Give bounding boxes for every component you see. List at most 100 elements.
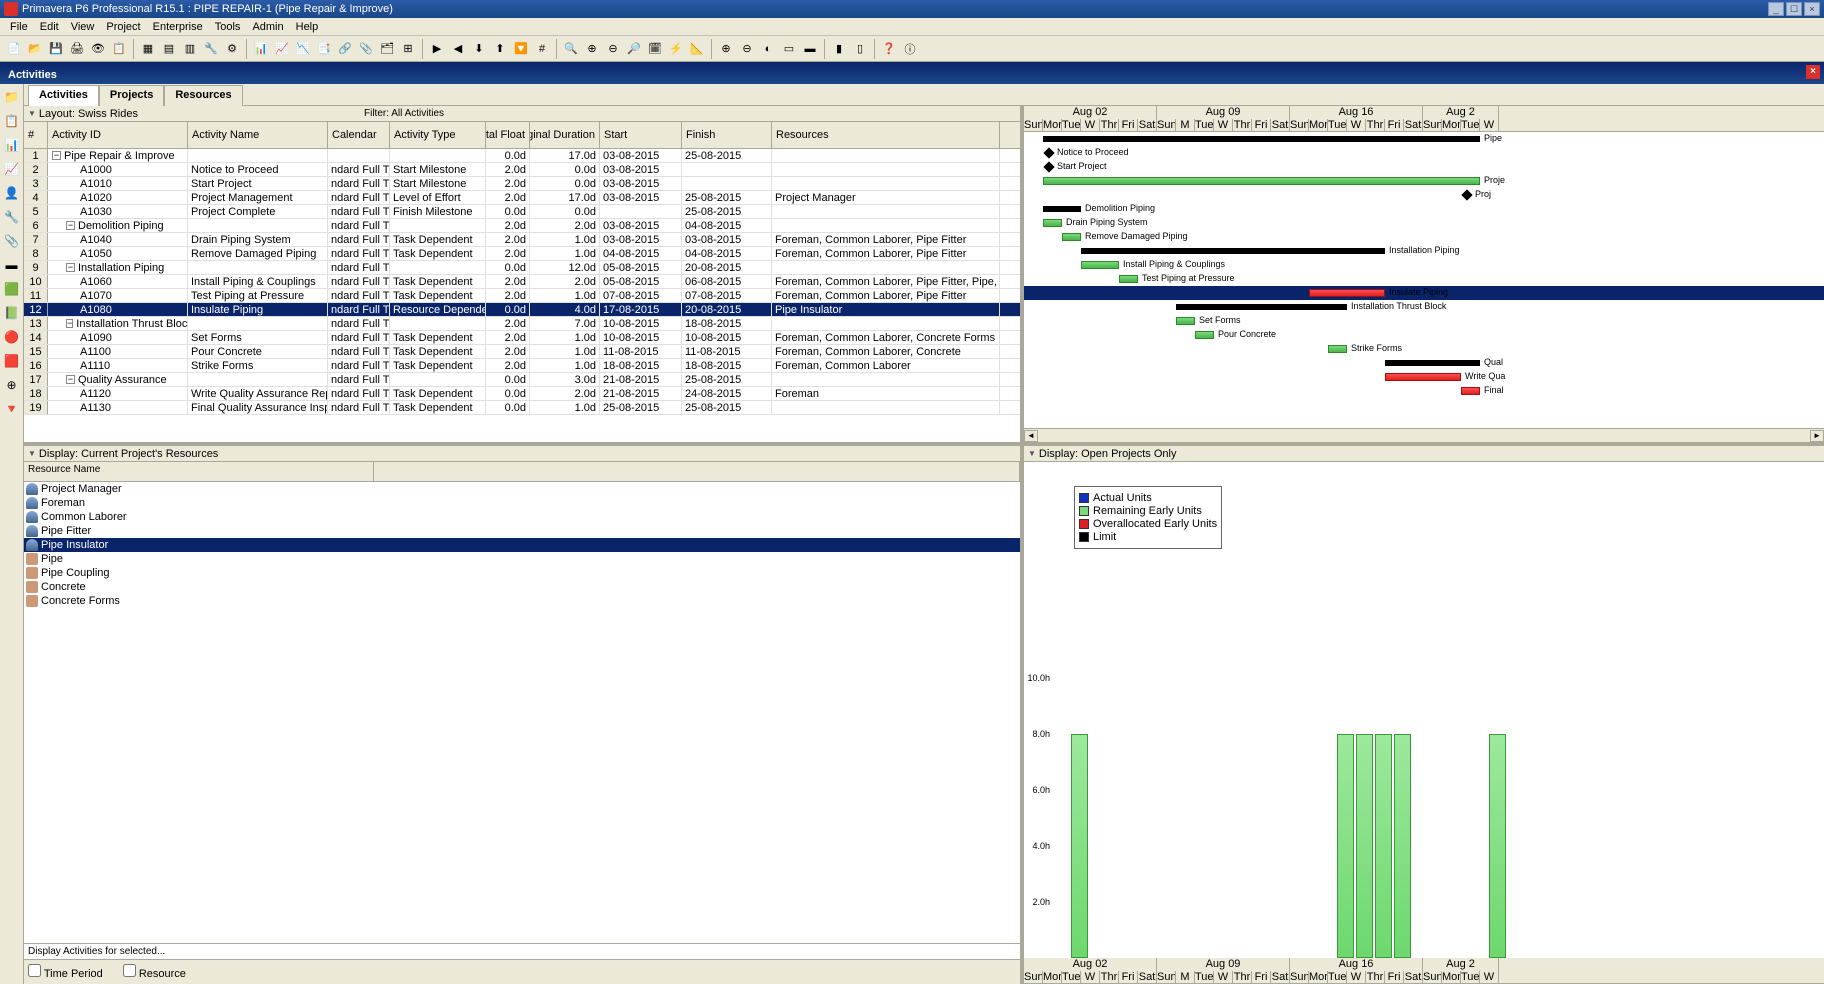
sidebar-button[interactable]: 📎 xyxy=(3,232,21,250)
table-row[interactable]: 1−Pipe Repair & Improve0.0d17.0d03-08-20… xyxy=(24,149,1020,163)
column-header[interactable]: Resources xyxy=(772,122,1000,148)
sidebar-button[interactable]: 👤 xyxy=(3,184,21,202)
chart-display-bar[interactable]: ▼ Display: Open Projects Only xyxy=(1024,446,1824,462)
toolbar-button[interactable]: 📈 xyxy=(272,39,292,59)
toolbar-button[interactable]: ▤ xyxy=(159,39,179,59)
toolbar-button[interactable]: ⬇ xyxy=(469,39,489,59)
grid-rows[interactable]: 1−Pipe Repair & Improve0.0d17.0d03-08-20… xyxy=(24,149,1020,442)
table-row[interactable]: 3A1010Start Projectndard Full TimeStart … xyxy=(24,177,1020,191)
menu-project[interactable]: Project xyxy=(100,21,146,33)
toolbar-button[interactable]: 👁 xyxy=(88,39,108,59)
table-row[interactable]: 8A1050Remove Damaged Pipingndard Full Ti… xyxy=(24,247,1020,261)
toolbar-button[interactable]: ⚙ xyxy=(222,39,242,59)
table-row[interactable]: 13−Installation Thrust Blockndard Full T… xyxy=(24,317,1020,331)
toolbar-button[interactable]: 🖨 xyxy=(67,39,87,59)
sidebar-button[interactable]: 📁 xyxy=(3,88,21,106)
toolbar-button[interactable]: 📑 xyxy=(314,39,334,59)
tab-projects[interactable]: Projects xyxy=(99,85,164,106)
chart-body[interactable]: Actual UnitsRemaining Early UnitsOverall… xyxy=(1024,462,1824,958)
resource-display-bar[interactable]: ▼ Display: Current Project's Resources xyxy=(24,446,1020,462)
resource-row[interactable]: Foreman xyxy=(24,496,1020,510)
toolbar-button[interactable]: 📊 xyxy=(251,39,271,59)
resource-row[interactable]: Common Laborer xyxy=(24,510,1020,524)
toolbar-button[interactable]: # xyxy=(532,39,552,59)
column-header[interactable]: Start xyxy=(600,122,682,148)
table-row[interactable]: 6−Demolition Pipingndard Full Time2.0d2.… xyxy=(24,219,1020,233)
scroll-right-icon[interactable]: ► xyxy=(1810,430,1824,442)
toolbar-button[interactable]: ▬ xyxy=(800,39,820,59)
minimize-button[interactable]: _ xyxy=(1768,2,1784,16)
toolbar-button[interactable]: 🔽 xyxy=(511,39,531,59)
sidebar-button[interactable]: 📗 xyxy=(3,304,21,322)
resource-name-header[interactable]: Resource Name xyxy=(24,462,374,481)
toolbar-button[interactable]: 📋 xyxy=(109,39,129,59)
toolbar-button[interactable]: ▥ xyxy=(180,39,200,59)
table-row[interactable]: 15A1100Pour Concretendard Full TimeTask … xyxy=(24,345,1020,359)
sidebar-button[interactable]: 🟥 xyxy=(3,352,21,370)
sidebar-button[interactable]: 🔴 xyxy=(3,328,21,346)
column-header[interactable]: Total Float xyxy=(486,122,530,148)
layout-bar[interactable]: ▼ Layout: Swiss Rides Filter: All Activi… xyxy=(24,106,1020,122)
toolbar-button[interactable]: 📎 xyxy=(356,39,376,59)
toolbar-button[interactable]: ▭ xyxy=(779,39,799,59)
toolbar-button[interactable]: ❓ xyxy=(879,39,899,59)
sidebar-button[interactable]: 📋 xyxy=(3,112,21,130)
resource-row[interactable]: Concrete xyxy=(24,580,1020,594)
tab-resources[interactable]: Resources xyxy=(164,85,242,106)
table-row[interactable]: 19A1130Final Quality Assurance Inspectio… xyxy=(24,401,1020,415)
table-row[interactable]: 18A1120Write Quality Assurance Reportnda… xyxy=(24,387,1020,401)
table-row[interactable]: 2A1000Notice to Proceedndard Full TimeSt… xyxy=(24,163,1020,177)
menu-view[interactable]: View xyxy=(65,21,101,33)
resource-row[interactable]: Pipe Fitter xyxy=(24,524,1020,538)
toolbar-button[interactable]: ▶ xyxy=(427,39,447,59)
column-header[interactable]: Activity ID xyxy=(48,122,188,148)
toolbar-button[interactable]: ▯ xyxy=(850,39,870,59)
menu-admin[interactable]: Admin xyxy=(246,21,289,33)
toolbar-button[interactable]: 📂 xyxy=(25,39,45,59)
sidebar-button[interactable]: 📊 xyxy=(3,136,21,154)
table-row[interactable]: 17−Quality Assurancendard Full Time0.0d3… xyxy=(24,373,1020,387)
column-header[interactable]: Original Duration xyxy=(530,122,600,148)
toolbar-button[interactable]: 💾 xyxy=(46,39,66,59)
toolbar-button[interactable]: ▮ xyxy=(829,39,849,59)
toolbar-button[interactable]: ⊖ xyxy=(603,39,623,59)
toolbar-button[interactable]: ⊕ xyxy=(716,39,736,59)
menu-tools[interactable]: Tools xyxy=(209,21,247,33)
toolbar-button[interactable]: ⊞ xyxy=(398,39,418,59)
section-close-icon[interactable]: × xyxy=(1806,65,1820,79)
toolbar-button[interactable]: ◐ xyxy=(758,39,778,59)
resource-check[interactable]: Resource xyxy=(123,964,186,980)
toolbar-button[interactable]: ⓘ xyxy=(900,39,920,59)
table-row[interactable]: 5A1030Project Completendard Full TimeFin… xyxy=(24,205,1020,219)
toolbar-button[interactable]: ⚡ xyxy=(666,39,686,59)
table-row[interactable]: 14A1090Set Formsndard Full TimeTask Depe… xyxy=(24,331,1020,345)
column-header[interactable]: Calendar xyxy=(328,122,390,148)
sidebar-button[interactable]: ▬ xyxy=(3,256,21,274)
toolbar-button[interactable]: 🔧 xyxy=(201,39,221,59)
toolbar-button[interactable]: 🗂 xyxy=(377,39,397,59)
sidebar-button[interactable]: ⊕ xyxy=(3,376,21,394)
table-row[interactable]: 10A1060Install Piping & Couplingsndard F… xyxy=(24,275,1020,289)
column-header[interactable]: # xyxy=(24,122,48,148)
table-row[interactable]: 12A1080Insulate Pipingndard Full TimeRes… xyxy=(24,303,1020,317)
resource-row[interactable]: Project Manager xyxy=(24,482,1020,496)
close-button[interactable]: × xyxy=(1804,2,1820,16)
resource-row[interactable]: Concrete Forms xyxy=(24,594,1020,608)
time-period-check[interactable]: Time Period xyxy=(28,964,103,980)
sidebar-button[interactable]: 🔧 xyxy=(3,208,21,226)
gantt-body[interactable]: PipeNotice to ProceedStart ProjectProjeP… xyxy=(1024,132,1824,428)
maximize-button[interactable]: ☐ xyxy=(1786,2,1802,16)
table-row[interactable]: 11A1070Test Piping at Pressurendard Full… xyxy=(24,289,1020,303)
column-header[interactable]: Finish xyxy=(682,122,772,148)
resource-row[interactable]: Pipe Coupling xyxy=(24,566,1020,580)
table-row[interactable]: 7A1040Drain Piping Systemndard Full Time… xyxy=(24,233,1020,247)
sidebar-button[interactable]: 🔻 xyxy=(3,400,21,418)
scroll-left-icon[interactable]: ◄ xyxy=(1024,430,1038,442)
column-header[interactable]: Activity Name xyxy=(188,122,328,148)
toolbar-button[interactable]: 📉 xyxy=(293,39,313,59)
table-row[interactable]: 16A1110Strike Formsndard Full TimeTask D… xyxy=(24,359,1020,373)
resource-list[interactable]: Project ManagerForemanCommon LaborerPipe… xyxy=(24,482,1020,943)
sidebar-button[interactable]: 📈 xyxy=(3,160,21,178)
resource-row[interactable]: Pipe Insulator xyxy=(24,538,1020,552)
toolbar-button[interactable]: 📐 xyxy=(687,39,707,59)
